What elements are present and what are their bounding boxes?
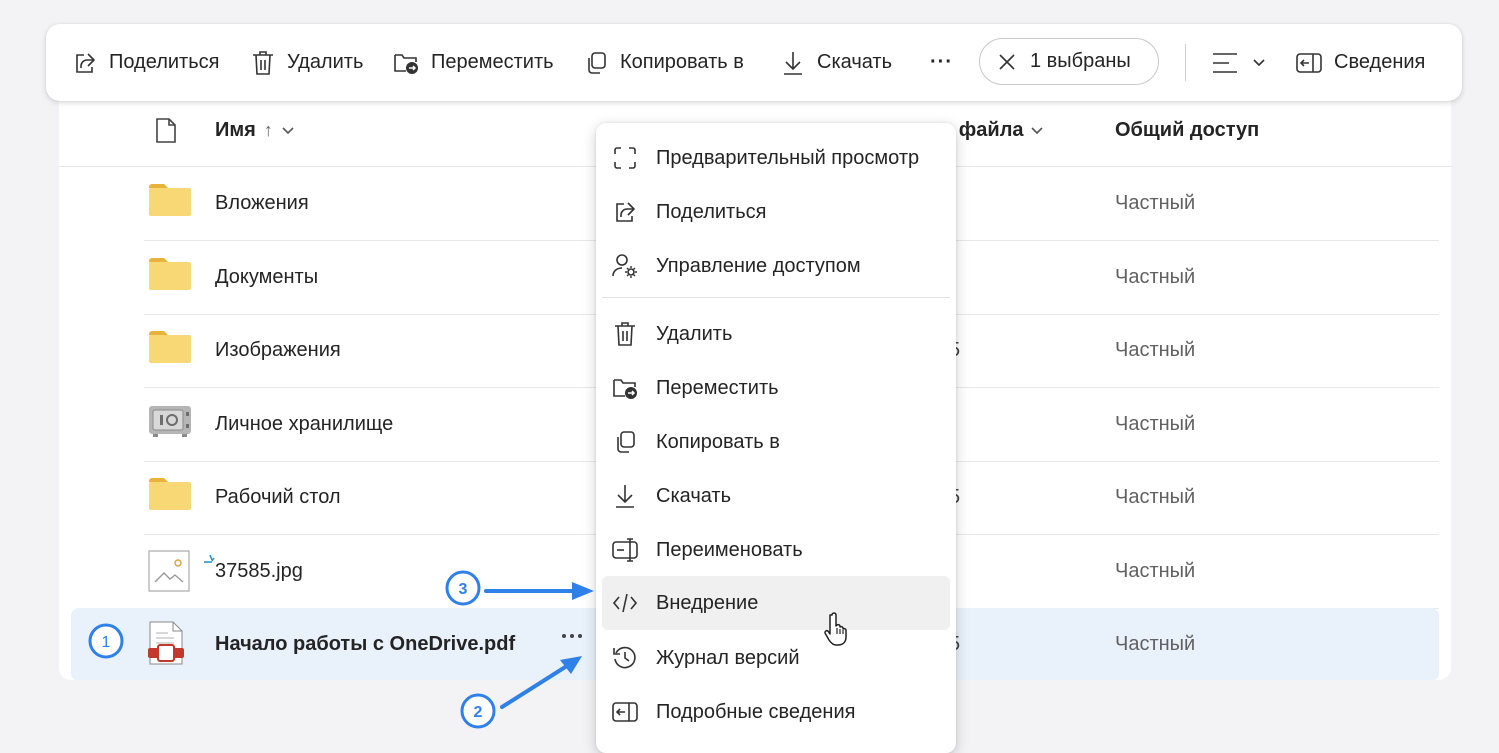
chevron-down-icon[interactable] <box>1030 126 1044 136</box>
item-access: Частный <box>1115 339 1196 361</box>
item-name[interactable]: Рабочий стол <box>215 461 341 534</box>
details-label: Сведения <box>1334 51 1426 73</box>
folder-icon <box>148 257 192 291</box>
item-name[interactable]: 37585.jpg <box>215 535 303 608</box>
item-access: Частный <box>1115 633 1196 655</box>
file-type-column-icon[interactable] <box>155 118 177 144</box>
item-access: Частный <box>1115 192 1196 214</box>
command-bar: Поделиться Удалить Переместить Копироват… <box>46 24 1462 101</box>
details-pane-icon <box>1296 52 1322 74</box>
menu-item-label: Переместить <box>656 376 779 399</box>
menu-item-download[interactable]: Скачать <box>602 469 950 523</box>
embed-icon <box>612 590 638 616</box>
preview-icon <box>612 145 638 171</box>
menu-item-label: Подробные сведения <box>656 700 856 723</box>
item-access: Частный <box>1115 560 1196 582</box>
menu-item-label: Переименовать <box>656 538 803 561</box>
move-icon <box>612 375 638 401</box>
manage-access-icon <box>612 253 638 279</box>
share-button[interactable]: Поделиться <box>73 24 219 101</box>
menu-item-label: Предварительный просмотр <box>656 146 920 169</box>
folder-icon <box>148 477 192 511</box>
trash-icon <box>251 50 275 76</box>
delete-label: Удалить <box>287 51 364 73</box>
sharing-column-header[interactable]: Общий доступ <box>1115 119 1259 142</box>
menu-item-manage-access[interactable]: Управление доступом <box>602 239 950 293</box>
image-file-icon <box>148 549 194 593</box>
download-icon <box>612 483 638 509</box>
menu-item-embed[interactable]: Внедрение <box>602 576 950 630</box>
item-access: Частный <box>1115 413 1196 435</box>
menu-item-details[interactable]: Подробные сведения <box>602 685 950 739</box>
move-label: Переместить <box>431 51 554 73</box>
menu-item-version-history[interactable]: Журнал версий <box>602 631 950 685</box>
menu-item-label: Копировать в <box>656 430 780 453</box>
close-icon[interactable] <box>998 53 1016 71</box>
item-name[interactable]: Вложения <box>215 167 309 240</box>
item-name[interactable]: Изображения <box>215 314 341 387</box>
details-button[interactable]: Сведения <box>1296 24 1425 101</box>
context-menu: Предварительный просмотр Поделиться Упра… <box>596 123 956 753</box>
download-button[interactable]: Скачать <box>781 24 892 101</box>
selection-count-button[interactable]: 1 выбраны <box>979 38 1159 85</box>
hand-cursor-icon <box>824 612 852 646</box>
item-name[interactable]: Документы <box>215 241 318 314</box>
size-column-header[interactable]: р файла <box>941 119 1044 142</box>
folder-icon <box>148 330 192 364</box>
menu-item-move[interactable]: Переместить <box>602 361 950 415</box>
vault-icon <box>148 404 192 438</box>
rename-icon <box>612 537 638 563</box>
move-button[interactable]: Переместить <box>393 24 554 101</box>
toolbar-divider <box>1185 44 1186 81</box>
menu-item-label: Журнал версий <box>656 646 800 669</box>
item-access: Частный <box>1115 486 1196 508</box>
more-options-icon[interactable] <box>561 632 583 640</box>
menu-item-delete[interactable]: Удалить <box>602 307 950 361</box>
selection-count-label: 1 выбраны <box>1030 50 1131 72</box>
item-access: Частный <box>1115 266 1196 288</box>
more-commands-button[interactable]: ··· <box>930 24 953 101</box>
copy-to-button[interactable]: Копировать в <box>584 24 744 101</box>
copy-to-label: Копировать в <box>620 51 744 73</box>
menu-item-preview[interactable]: Предварительный просмотр <box>602 131 950 185</box>
new-item-sparkle-icon <box>202 553 216 567</box>
menu-item-label: Управление доступом <box>656 254 861 277</box>
history-icon <box>612 645 638 671</box>
step-badge-2: 2 <box>460 693 496 729</box>
download-icon <box>781 50 805 76</box>
name-column-header[interactable]: Имя ↑ <box>215 119 295 142</box>
menu-item-copy-to[interactable]: Копировать в <box>602 415 950 469</box>
delete-button[interactable]: Удалить <box>251 24 363 101</box>
menu-separator <box>602 297 950 298</box>
view-options-button[interactable] <box>1212 24 1266 101</box>
svg-text:2: 2 <box>474 704 483 721</box>
menu-item-share[interactable]: Поделиться <box>602 185 950 239</box>
share-icon <box>73 51 97 75</box>
item-name[interactable]: Начало работы с OneDrive.pdf <box>215 608 515 680</box>
menu-item-rename[interactable]: Переименовать <box>602 523 950 577</box>
menu-item-label: Удалить <box>656 322 733 345</box>
pdf-file-icon <box>148 621 184 665</box>
share-icon <box>612 199 638 225</box>
name-column-label: Имя <box>215 119 256 141</box>
menu-item-label: Скачать <box>656 484 731 507</box>
trash-icon <box>612 321 638 347</box>
move-icon <box>393 51 419 75</box>
details-pane-icon <box>612 699 638 725</box>
folder-icon <box>148 183 192 217</box>
item-name[interactable]: Личное хранилище <box>215 388 393 461</box>
sort-ascending-icon: ↑ <box>263 120 273 140</box>
copy-icon <box>612 429 638 455</box>
copy-icon <box>584 51 608 75</box>
download-label: Скачать <box>817 51 892 73</box>
menu-item-label: Внедрение <box>656 591 759 614</box>
menu-item-label: Поделиться <box>656 200 767 223</box>
list-view-icon <box>1212 52 1238 74</box>
share-label: Поделиться <box>109 51 220 73</box>
chevron-down-icon <box>1252 58 1266 68</box>
chevron-down-icon[interactable] <box>281 126 295 136</box>
